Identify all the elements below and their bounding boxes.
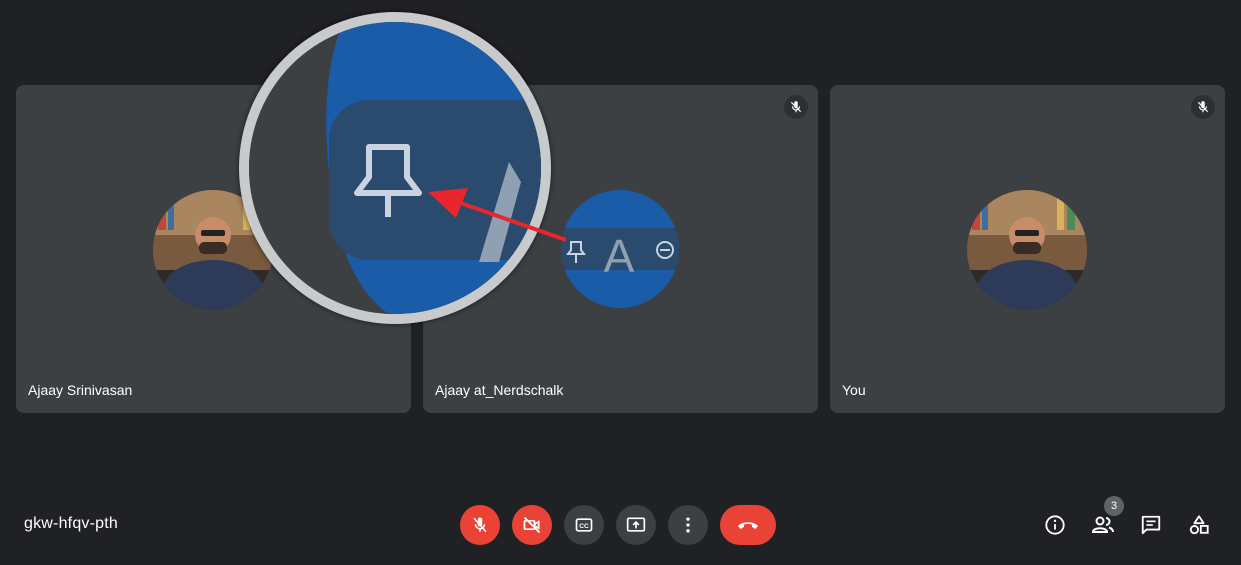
mic-off-icon: [790, 101, 802, 113]
meeting-code: gkw-hfqv-pth: [24, 515, 118, 532]
captions-icon: CC: [575, 518, 593, 532]
more-options-button[interactable]: [668, 505, 708, 545]
magnifier-callout: [239, 12, 551, 324]
activities-button[interactable]: [1184, 510, 1214, 540]
camera-off-icon: [523, 516, 541, 534]
chat-icon: [1141, 515, 1161, 535]
activities-icon: [1189, 515, 1209, 535]
overlay-glyph: A: [604, 230, 635, 282]
participant-tile-you[interactable]: You: [830, 85, 1225, 413]
present-now-button[interactable]: [616, 505, 656, 545]
svg-text:CC: CC: [579, 523, 589, 530]
leave-call-button[interactable]: [720, 505, 776, 545]
participant-name: Ajaay Srinivasan: [28, 382, 133, 398]
present-icon: [626, 517, 646, 532]
meeting-details-button[interactable]: [1040, 510, 1070, 540]
participant-count-badge: 3: [1104, 496, 1124, 516]
chat-button[interactable]: [1136, 510, 1166, 540]
mic-off-icon: [473, 517, 487, 533]
avatar: [967, 190, 1087, 310]
mic-muted-indicator: [1191, 95, 1215, 119]
microphone-toggle-button[interactable]: [460, 505, 500, 545]
camera-toggle-button[interactable]: [512, 505, 552, 545]
participant-name: Ajaay at_Nerdschalk: [435, 382, 564, 398]
participant-name: You: [842, 382, 866, 398]
info-icon: [1045, 515, 1065, 535]
mic-muted-indicator: [784, 95, 808, 119]
tile-hover-controls: A: [561, 190, 679, 308]
hang-up-icon: [738, 522, 758, 529]
more-options-icon: [686, 517, 690, 533]
captions-button[interactable]: CC: [564, 505, 604, 545]
people-icon: [1091, 516, 1114, 533]
mic-off-icon: [1197, 101, 1209, 113]
